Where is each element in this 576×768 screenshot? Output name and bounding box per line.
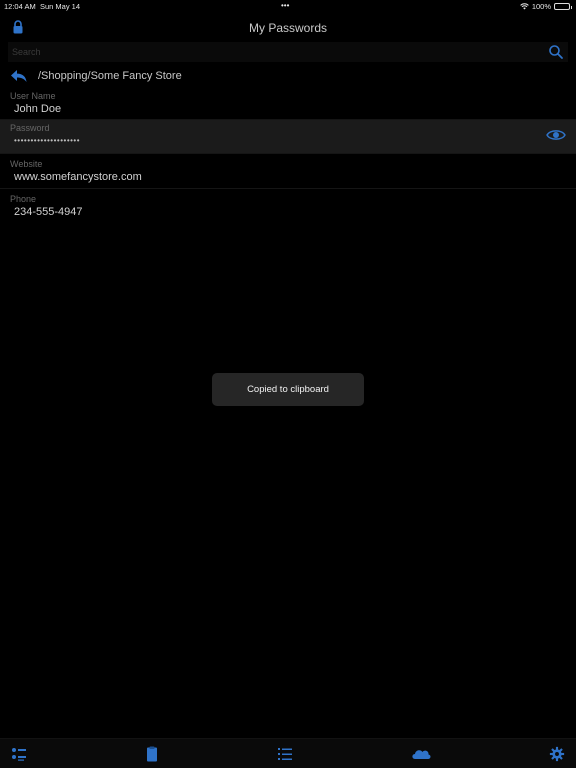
- list-icon[interactable]: [10, 746, 28, 762]
- clipboard-icon[interactable]: [143, 746, 161, 762]
- field-website[interactable]: Website www.somefancystore.com: [0, 156, 576, 189]
- page-title: My Passwords: [248, 21, 328, 35]
- field-label: Password: [10, 123, 50, 133]
- tab-bar: [0, 738, 576, 768]
- back-arrow-icon[interactable]: [10, 69, 28, 83]
- field-label: Website: [10, 159, 43, 169]
- nav-bar: My Passwords: [0, 14, 576, 42]
- eye-icon[interactable]: [546, 128, 566, 142]
- cloud-icon[interactable]: [410, 746, 432, 762]
- breadcrumb: /Shopping/Some Fancy Store: [0, 66, 576, 86]
- toast-message: Copied to clipboard: [212, 373, 364, 406]
- password-masked-value: ••••••••••••••••••••: [14, 136, 81, 145]
- breadcrumb-path: /Shopping/Some Fancy Store: [38, 70, 182, 82]
- status-bar: 12:04 AM Sun May 14 ••• 100%: [0, 0, 576, 12]
- status-date: Sun May 14: [40, 2, 81, 11]
- field-password[interactable]: Password ••••••••••••••••••••: [0, 120, 576, 154]
- gear-icon[interactable]: [548, 746, 566, 762]
- battery-icon: [554, 3, 572, 10]
- status-right: 100%: [520, 2, 572, 11]
- numbered-list-icon[interactable]: [276, 746, 294, 762]
- field-label: Phone: [10, 194, 37, 204]
- status-time: 12:04 AM: [4, 2, 36, 11]
- field-phone[interactable]: Phone 234-555-4947: [0, 191, 576, 224]
- battery-percent: 100%: [531, 2, 551, 11]
- field-username[interactable]: User Name John Doe: [0, 88, 576, 120]
- field-value: 234-555-4947: [14, 206, 83, 218]
- field-value: John Doe: [14, 103, 62, 115]
- wifi-icon: [520, 3, 529, 10]
- search-bar: [8, 42, 568, 62]
- search-input[interactable]: [12, 45, 532, 59]
- search-icon[interactable]: [548, 44, 564, 60]
- multitasking-dots[interactable]: •••: [281, 1, 289, 10]
- field-value: www.somefancystore.com: [14, 171, 142, 183]
- field-label: User Name: [10, 91, 56, 101]
